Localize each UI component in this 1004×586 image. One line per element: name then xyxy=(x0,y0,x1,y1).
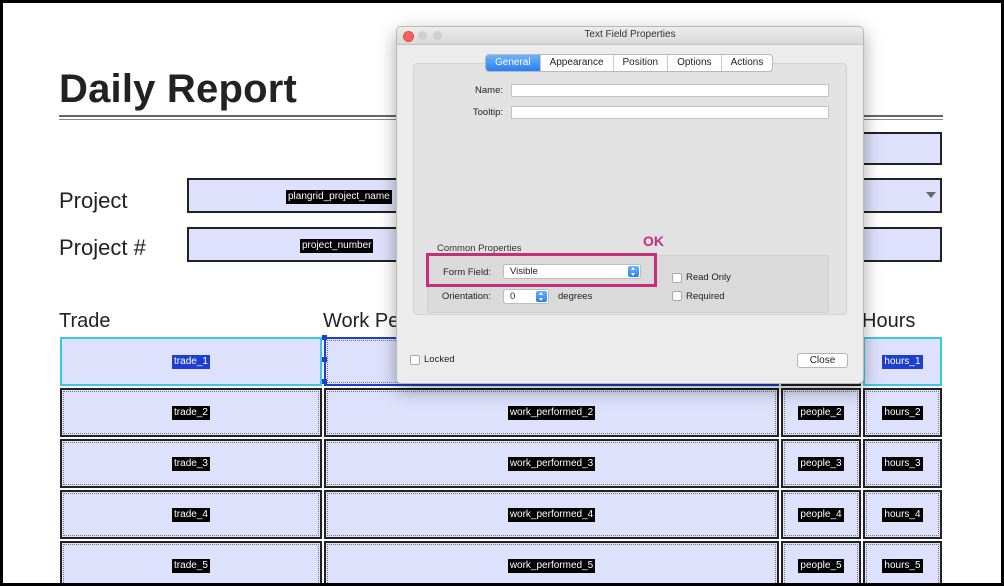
resize-handle-top-left[interactable] xyxy=(322,335,327,340)
screenshot-frame: Daily Report Project plangrid_project_na… xyxy=(0,0,1004,586)
people-3-field[interactable]: people_3 xyxy=(781,439,861,488)
locked-label: Locked xyxy=(424,354,455,365)
work-performed-3-field[interactable]: work_performed_3 xyxy=(324,439,779,488)
hours-4-field[interactable]: hours_4 xyxy=(863,490,942,539)
work-performed-2-field[interactable]: work_performed_2 xyxy=(324,388,779,437)
hours-5-tag: hours_5 xyxy=(882,558,923,573)
project-number-label: Project # xyxy=(59,235,146,260)
work-performed-3-tag: work_performed_3 xyxy=(507,456,596,471)
form-field-highlight-box xyxy=(426,253,657,287)
trade-1-tag: trade_1 xyxy=(172,354,210,369)
page-title: Daily Report xyxy=(59,67,298,111)
orientation-value: 0 xyxy=(510,291,516,302)
project-label: Project xyxy=(59,188,128,213)
tab-actions[interactable]: Actions xyxy=(722,55,773,71)
read-only-label: Read Only xyxy=(686,272,731,283)
work-performed-5-field[interactable]: work_performed_5 xyxy=(324,541,779,583)
trade-5-tag: trade_5 xyxy=(172,558,210,573)
tab-general[interactable]: General xyxy=(486,55,541,71)
name-label: Name: xyxy=(475,85,503,96)
work-performed-5-tag: work_performed_5 xyxy=(507,558,596,573)
hours-1-field[interactable]: hours_1 xyxy=(863,337,942,386)
work-performed-column-label: Work Pe xyxy=(323,310,400,332)
hours-3-field[interactable]: hours_3 xyxy=(863,439,942,488)
name-field[interactable] xyxy=(511,84,829,97)
people-5-field[interactable]: people_5 xyxy=(781,541,861,583)
locked-checkbox[interactable] xyxy=(410,355,420,365)
trade-column-label: Trade xyxy=(59,310,111,332)
updown-arrows-icon xyxy=(536,291,547,302)
dialog-titlebar[interactable]: Text Field Properties xyxy=(397,27,863,45)
hours-1-tag: hours_1 xyxy=(882,354,923,369)
trade-2-field[interactable]: trade_2 xyxy=(60,388,322,437)
degrees-label: degrees xyxy=(558,291,593,302)
dialog-title: Text Field Properties xyxy=(584,29,676,40)
tab-appearance[interactable]: Appearance xyxy=(541,55,614,71)
tab-bar: General Appearance Position Options Acti… xyxy=(485,54,774,72)
people-4-field[interactable]: people_4 xyxy=(781,490,861,539)
close-button[interactable]: Close xyxy=(797,353,848,368)
ok-annotation: OK xyxy=(643,233,664,249)
trade-5-field[interactable]: trade_5 xyxy=(60,541,322,583)
orientation-select[interactable]: 0 xyxy=(503,289,549,304)
people-2-field[interactable]: people_2 xyxy=(781,388,861,437)
work-performed-2-tag: work_performed_2 xyxy=(507,405,596,420)
trade-3-tag: trade_3 xyxy=(172,456,210,471)
tooltip-field[interactable] xyxy=(511,106,829,119)
project-number-field-tag: project_number xyxy=(300,239,374,253)
project-name-field-tag: plangrid_project_name xyxy=(286,190,392,204)
trade-4-field[interactable]: trade_4 xyxy=(60,490,322,539)
trade-4-tag: trade_4 xyxy=(172,507,210,522)
orientation-label: Orientation: xyxy=(441,291,491,302)
tab-options[interactable]: Options xyxy=(668,55,722,71)
people-2-tag: people_2 xyxy=(798,405,844,420)
hours-3-tag: hours_3 xyxy=(882,456,923,471)
trade-3-field[interactable]: trade_3 xyxy=(60,439,322,488)
required-checkbox[interactable] xyxy=(672,291,682,301)
people-4-tag: people_4 xyxy=(798,507,844,522)
resize-handle-left[interactable] xyxy=(322,357,327,362)
hours-column-label: Hours xyxy=(862,310,916,332)
trade-1-field[interactable]: trade_1 xyxy=(60,337,322,386)
chevron-down-icon[interactable] xyxy=(926,192,936,198)
people-5-tag: people_5 xyxy=(798,558,844,573)
work-performed-4-tag: work_performed_4 xyxy=(507,507,596,522)
tooltip-label: Tooltip: xyxy=(472,107,503,118)
resize-handle-bottom-left[interactable] xyxy=(322,379,327,384)
hours-4-tag: hours_4 xyxy=(882,507,923,522)
trade-2-tag: trade_2 xyxy=(172,405,210,420)
tab-position[interactable]: Position xyxy=(614,55,669,71)
work-performed-4-field[interactable]: work_performed_4 xyxy=(324,490,779,539)
hours-2-field[interactable]: hours_2 xyxy=(863,388,942,437)
required-label: Required xyxy=(686,291,725,302)
hours-5-field[interactable]: hours_5 xyxy=(863,541,942,583)
people-3-tag: people_3 xyxy=(798,456,844,471)
text-field-properties-dialog: Text Field Properties General Appearance… xyxy=(396,26,864,384)
hours-2-tag: hours_2 xyxy=(882,405,923,420)
read-only-checkbox[interactable] xyxy=(672,273,682,283)
